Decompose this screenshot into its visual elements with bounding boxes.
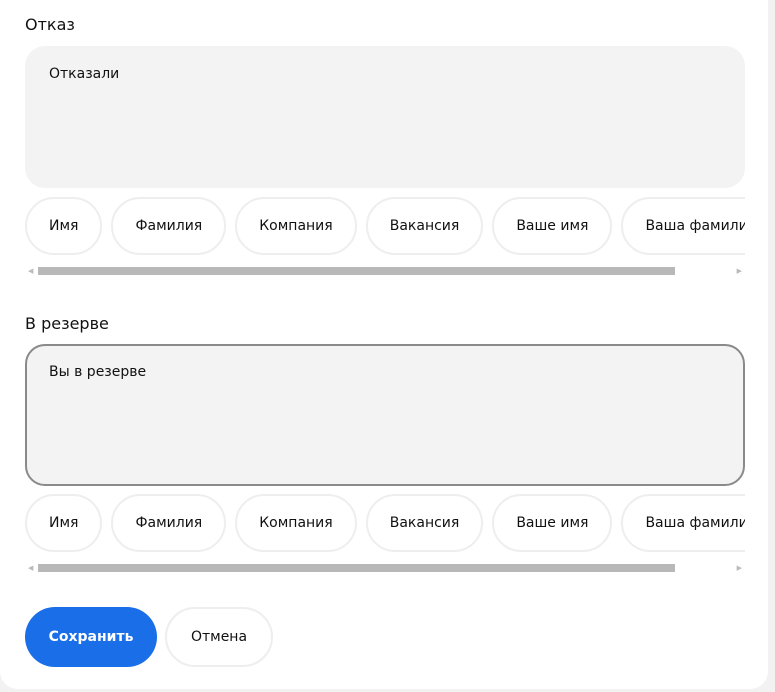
chip-first-name[interactable]: Имя: [25, 494, 103, 552]
rejection-message-textarea[interactable]: Отказали: [25, 46, 745, 188]
scroll-right-icon[interactable]: ▶: [737, 564, 742, 572]
scroll-left-icon[interactable]: ◀: [28, 267, 33, 275]
reserve-variable-chips: Имя Фамилия Компания Вакансия Ваше имя Ваша ф…: [25, 494, 745, 554]
settings-card: Отказ Отказали Имя Фамилия Компания Ваканси…: [0, 0, 768, 689]
chip-your-name[interactable]: Ваше имя: [492, 494, 613, 552]
scroll-left-icon[interactable]: ◀: [28, 564, 33, 572]
chip-last-name[interactable]: Фамилия: [111, 197, 227, 255]
section-title-rejection: Отказ: [25, 15, 75, 34]
rejection-variable-chips: Имя Фамилия Компания Вакансия Ваше имя Ваша ф…: [25, 197, 745, 257]
chip-company[interactable]: Компания: [235, 197, 357, 255]
save-button[interactable]: Сохранить: [25, 607, 157, 667]
scroll-right-icon[interactable]: ▶: [737, 267, 742, 275]
chip-first-name[interactable]: Имя: [25, 197, 103, 255]
chip-vacancy[interactable]: Вакансия: [365, 197, 484, 255]
scrollbar-thumb[interactable]: [38, 564, 675, 572]
cancel-button[interactable]: Отмена: [165, 607, 273, 667]
section-title-reserve: В резерве: [25, 314, 109, 333]
chip-vacancy[interactable]: Вакансия: [365, 494, 484, 552]
scrollbar-thumb[interactable]: [38, 267, 675, 275]
horizontal-scrollbar[interactable]: ◀ ▶: [25, 563, 745, 573]
chip-company[interactable]: Компания: [235, 494, 357, 552]
horizontal-scrollbar[interactable]: ◀ ▶: [25, 266, 745, 276]
reserve-message-textarea[interactable]: Вы в резерве: [25, 344, 745, 486]
chip-your-last-name[interactable]: Ваша фамилия: [621, 494, 745, 552]
chip-your-last-name[interactable]: Ваша фамилия: [621, 197, 745, 255]
chip-your-name[interactable]: Ваше имя: [492, 197, 613, 255]
chip-last-name[interactable]: Фамилия: [111, 494, 227, 552]
